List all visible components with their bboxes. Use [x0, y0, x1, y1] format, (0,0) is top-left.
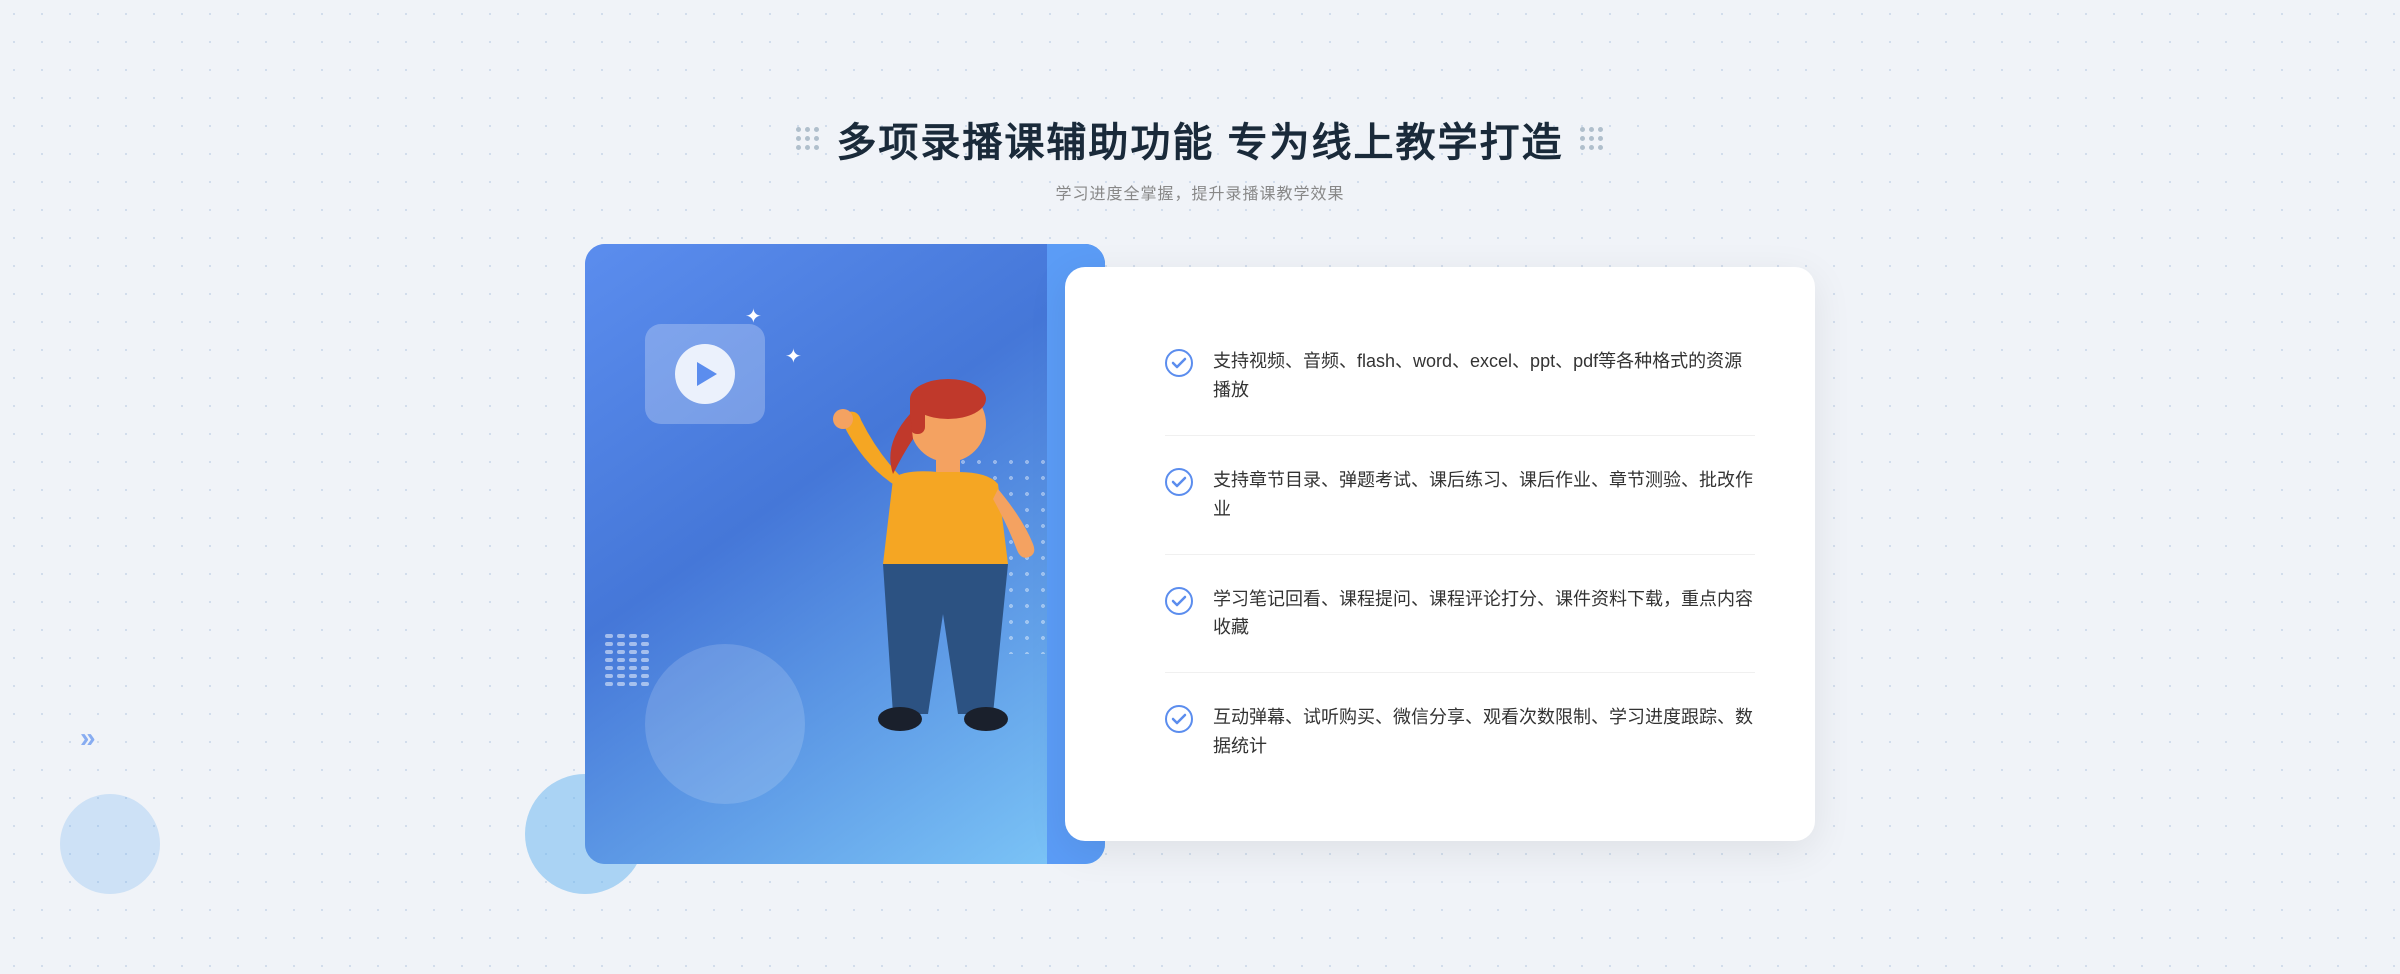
feature-text-1: 支持视频、音频、flash、word、excel、ppt、pdf等各种格式的资源… — [1213, 347, 1755, 405]
page-wrapper: 多项录播课辅助功能 专为线上教学打造 学习进度全掌握，提升录播课教学效果 — [0, 0, 2400, 974]
play-bubble — [645, 324, 765, 424]
bottom-circle-decoration — [60, 794, 160, 894]
main-content: ✦ ✦ — [500, 244, 1900, 864]
sparkle-icon-1: ✦ — [745, 304, 762, 329]
play-icon-outer — [675, 344, 735, 404]
feature-text-3: 学习笔记回看、课程提问、课程评论打分、课件资料下载，重点内容收藏 — [1213, 585, 1755, 643]
page-title: 多项录播课辅助功能 专为线上教学打造 — [836, 110, 1563, 168]
play-icon — [697, 362, 717, 386]
circle-decoration-large — [645, 644, 805, 804]
check-icon-3 — [1165, 587, 1193, 615]
feature-text-4: 互动弹幕、试听购买、微信分享、观看次数限制、学习进度跟踪、数据统计 — [1213, 703, 1755, 761]
decorative-dots-right — [1580, 127, 1604, 151]
bottom-arrow-icon: » — [80, 722, 96, 754]
feature-item-2: 支持章节目录、弹题考试、课后练习、课后作业、章节测验、批改作业 — [1165, 436, 1755, 555]
person-figure — [793, 364, 1053, 864]
illustration-container: ✦ ✦ — [585, 244, 1105, 864]
page-subtitle: 学习进度全掌握，提升录播课教学效果 — [796, 180, 1603, 204]
feature-item-3: 学习笔记回看、课程提问、课程评论打分、课件资料下载，重点内容收藏 — [1165, 555, 1755, 674]
illustration-inner: ✦ ✦ — [585, 244, 1105, 864]
feature-item-4: 互动弹幕、试听购买、微信分享、观看次数限制、学习进度跟踪、数据统计 — [1165, 673, 1755, 791]
header-title-wrapper: 多项录播课辅助功能 专为线上教学打造 — [796, 110, 1603, 168]
check-icon-2 — [1165, 468, 1193, 496]
feature-text-2: 支持章节目录、弹题考试、课后练习、课后作业、章节测验、批改作业 — [1213, 466, 1755, 524]
header-section: 多项录播课辅助功能 专为线上教学打造 学习进度全掌握，提升录播课教学效果 — [796, 110, 1603, 204]
feature-item-1: 支持视频、音频、flash、word、excel、ppt、pdf等各种格式的资源… — [1165, 317, 1755, 436]
check-icon-1 — [1165, 349, 1193, 377]
decorative-dots-left — [796, 127, 820, 151]
check-icon-4 — [1165, 705, 1193, 733]
features-panel: 支持视频、音频、flash、word、excel、ppt、pdf等各种格式的资源… — [1065, 267, 1815, 840]
